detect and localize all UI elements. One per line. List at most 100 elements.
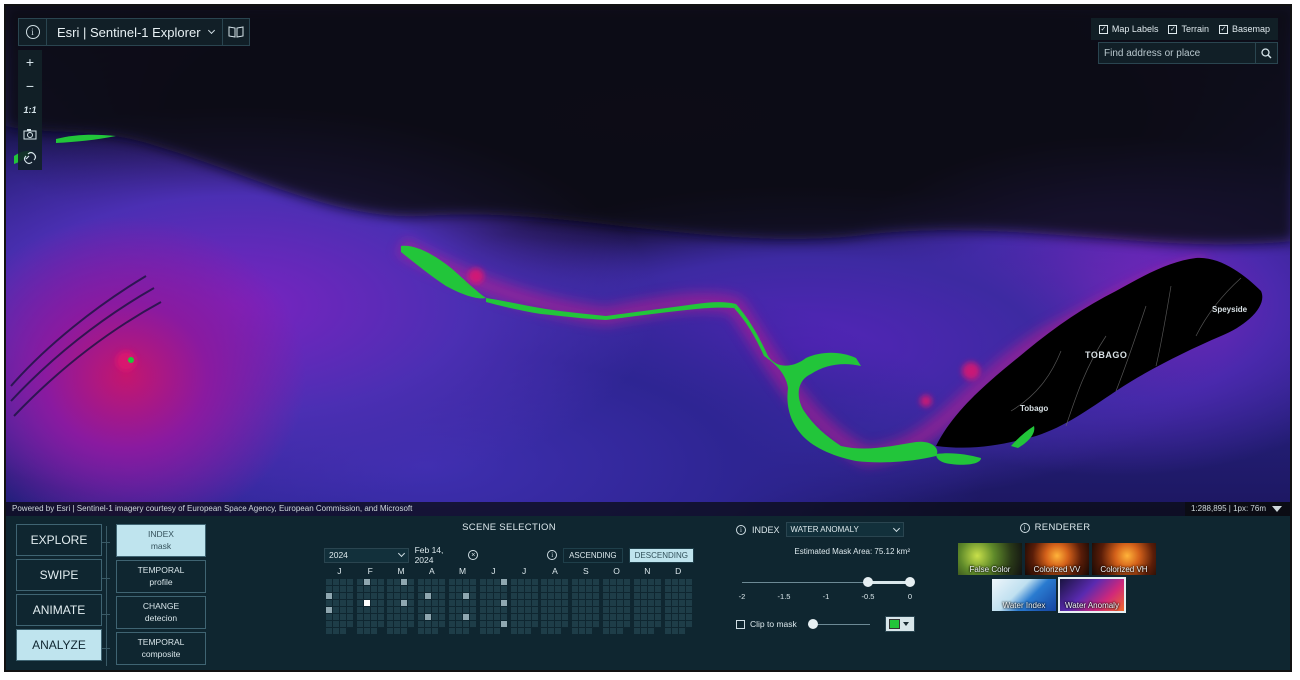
map-view[interactable]: TOBAGO Speyside Tobago i Esri | Sentinel… <box>6 6 1290 516</box>
calendar-day <box>562 607 569 613</box>
calendar-day <box>387 593 394 599</box>
mode-analyze-button[interactable]: ANALYZE <box>16 629 102 661</box>
calendar-scene-day[interactable] <box>325 593 332 599</box>
calendar-day <box>387 579 394 585</box>
calendar-scene-day[interactable] <box>363 600 370 606</box>
calendar-day <box>401 614 408 620</box>
calendar-day <box>401 628 408 634</box>
calendar-day <box>363 586 370 592</box>
index-mask-tool[interactable]: INDEX mask <box>116 524 206 557</box>
slider-thumb[interactable] <box>807 619 818 629</box>
calendar-day <box>555 614 562 620</box>
calendar-day <box>332 600 339 606</box>
calendar-day <box>593 579 600 585</box>
calendar-day <box>647 607 654 613</box>
calendar-day <box>432 586 439 592</box>
chevron-down-icon <box>207 26 215 35</box>
basemap-toggle[interactable]: ✓ Basemap <box>1218 24 1270 34</box>
renderer-false-color[interactable]: False Color <box>958 543 1022 575</box>
calendar-day <box>572 579 579 585</box>
mode-explore-button[interactable]: EXPLORE <box>16 524 102 556</box>
calendar-day <box>339 600 346 606</box>
calendar-day <box>671 607 678 613</box>
calendar-scene-day[interactable] <box>500 600 507 606</box>
index-select[interactable]: WATER ANOMALY <box>785 522 904 537</box>
calendar-scene-day[interactable] <box>425 614 432 620</box>
calendar-day <box>640 614 647 620</box>
search-button[interactable] <box>1255 43 1277 63</box>
screenshot-button[interactable] <box>18 122 42 146</box>
year-select[interactable]: 2024 <box>324 547 409 563</box>
calendar-day <box>617 579 624 585</box>
calendar-day <box>633 593 640 599</box>
zoom-to-native-button[interactable]: 1:1 <box>18 98 42 122</box>
calendar-day <box>479 579 486 585</box>
calendar-day <box>541 614 548 620</box>
info-icon[interactable]: i <box>736 524 746 535</box>
slider-max-thumb[interactable] <box>905 577 915 587</box>
zoom-out-button[interactable]: − <box>18 74 42 98</box>
calendar-day <box>678 593 685 599</box>
calendar-day <box>640 593 647 599</box>
toggle-panel-icon[interactable] <box>1272 506 1282 512</box>
calendar-scene-day[interactable] <box>363 579 370 585</box>
calendar-month-label: M <box>459 566 467 576</box>
calendar-day <box>572 586 579 592</box>
renderer-water-anomaly[interactable]: Water Anomaly <box>1058 577 1126 613</box>
calendar-day <box>664 593 671 599</box>
calendar-day <box>394 600 401 606</box>
search-icon <box>1261 47 1272 58</box>
calendar-day <box>363 614 370 620</box>
copy-link-button[interactable] <box>18 146 42 170</box>
calendar-scene-day[interactable] <box>425 593 432 599</box>
calendar-scene-day[interactable] <box>463 593 470 599</box>
mask-color-picker[interactable] <box>884 616 915 632</box>
calendar-scene-day[interactable] <box>325 607 332 613</box>
tool-sublabel: profile <box>149 576 173 587</box>
mode-animate-button[interactable]: ANIMATE <box>16 594 102 626</box>
mode-swipe-button[interactable]: SWIPE <box>16 559 102 591</box>
temporal-composite-tool[interactable]: TEMPORAL composite <box>116 632 206 665</box>
calendar-day <box>654 586 661 592</box>
descending-orbit-button[interactable]: DESCENDING <box>628 547 694 563</box>
calendar-day <box>579 600 586 606</box>
calendar-scene-day[interactable] <box>401 579 408 585</box>
mask-opacity-slider[interactable] <box>807 619 870 629</box>
change-detection-tool[interactable]: CHANGE detecion <box>116 596 206 629</box>
calendar-scene-day[interactable] <box>463 614 470 620</box>
ascending-orbit-button[interactable]: ASCENDING <box>563 547 623 563</box>
renderer-option-label: Water Index <box>1002 601 1046 610</box>
info-icon[interactable]: i <box>547 550 558 560</box>
temporal-profile-tool[interactable]: TEMPORAL profile <box>116 560 206 593</box>
about-button[interactable]: i <box>19 19 47 45</box>
calendar-scene-day[interactable] <box>401 600 408 606</box>
calendar-day <box>517 614 524 620</box>
calendar-day <box>617 628 624 634</box>
slider-tick-label: -2 <box>738 592 746 601</box>
clip-to-mask-checkbox[interactable] <box>736 619 745 629</box>
calendar-day <box>500 593 507 599</box>
clear-date-icon[interactable]: × <box>468 550 479 560</box>
calendar-scene-day[interactable] <box>500 579 507 585</box>
renderer-colorized-vv[interactable]: Colorized VV <box>1025 543 1089 575</box>
calendar-day <box>517 586 524 592</box>
terrain-toggle[interactable]: ✓ Terrain <box>1168 24 1209 34</box>
analyze-tools: INDEX mask TEMPORAL profile CHANGE detecion… <box>116 524 206 668</box>
zoom-in-button[interactable]: + <box>18 50 42 74</box>
info-icon: i <box>25 25 40 39</box>
slider-min-thumb[interactable] <box>863 577 873 587</box>
info-icon[interactable]: i <box>1019 522 1030 533</box>
renderer-water-index[interactable]: Water Index <box>992 579 1056 611</box>
calendar-day <box>579 621 586 627</box>
calendar-day <box>603 579 610 585</box>
app-switcher[interactable]: Esri | Sentinel-1 Explorer <box>47 19 223 45</box>
calendar-scene-day[interactable] <box>500 621 507 627</box>
index-range-slider[interactable] <box>736 576 916 590</box>
calendar-grid <box>324 579 694 634</box>
renderer-colorized-vh[interactable]: Colorized VH <box>1092 543 1156 575</box>
calendar-day <box>517 593 524 599</box>
map-labels-toggle[interactable]: ✓ Map Labels <box>1098 24 1158 34</box>
docs-button[interactable] <box>223 19 249 45</box>
calendar-day <box>377 586 384 592</box>
search-input[interactable]: Find address or place <box>1099 48 1255 59</box>
